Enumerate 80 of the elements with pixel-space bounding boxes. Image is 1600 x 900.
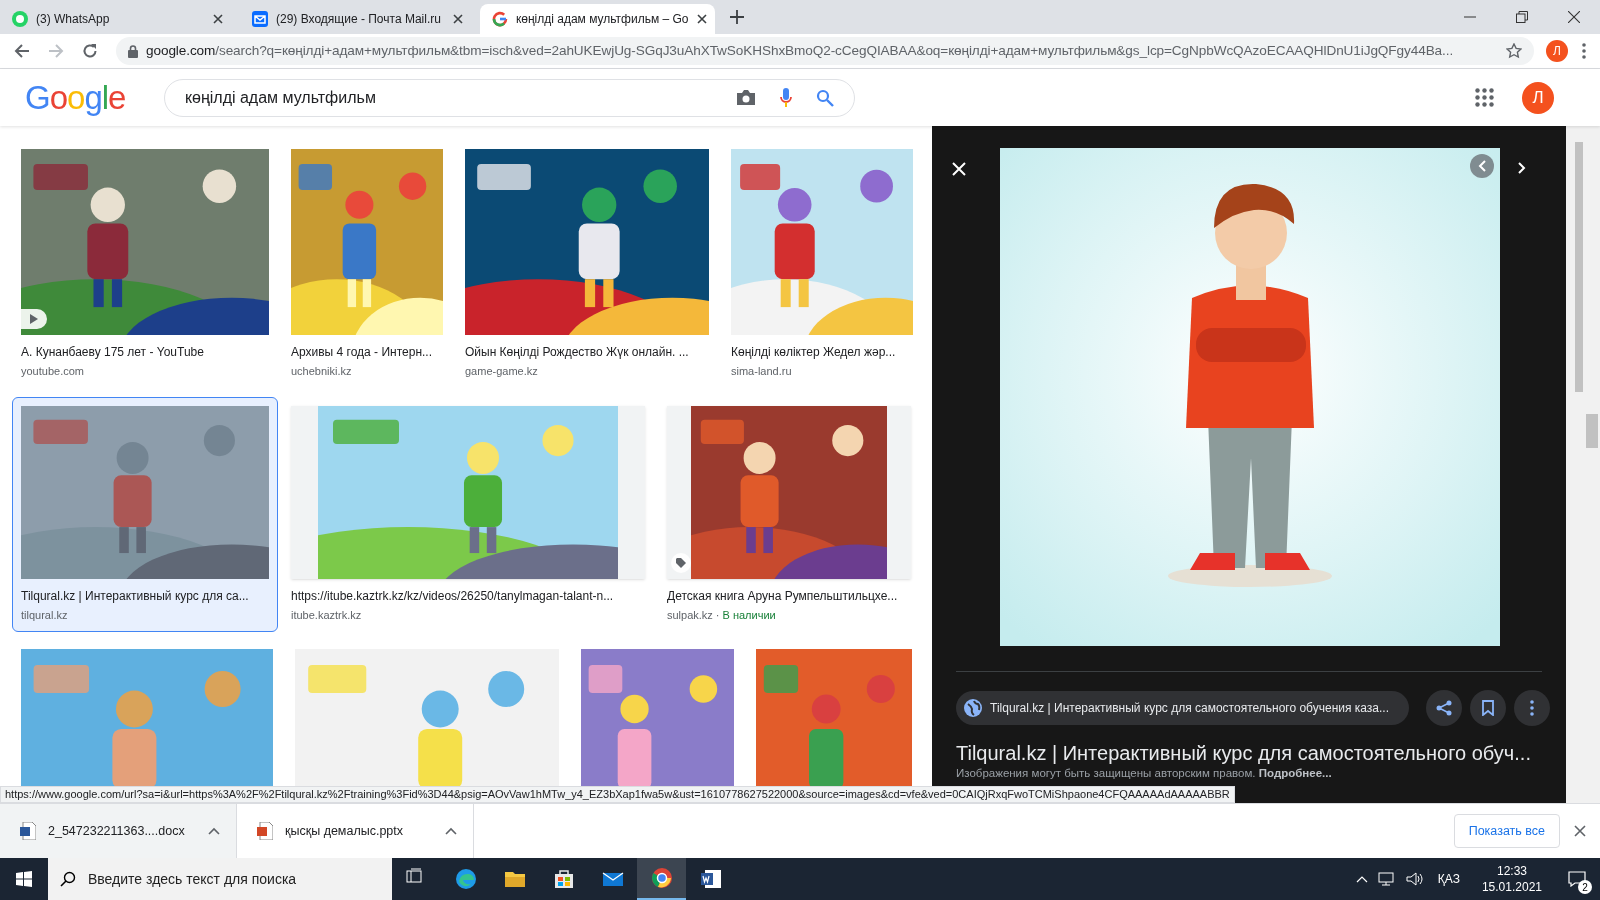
result-source: uchebniki.kz [291, 364, 352, 379]
result-title[interactable]: Детская книга Аруна Румпельштильцхе... [667, 586, 911, 605]
camera-icon[interactable] [736, 89, 756, 106]
result-title[interactable]: Ойын Көңілді Рождество Жүк онлайн. ... [465, 343, 709, 361]
result-title[interactable]: https://itube.kaztrk.kz/kz/videos/26250/tanylmagan-talant-n... [291, 586, 645, 605]
result-source: sulpak.kz [667, 607, 713, 623]
result-source: youtube.com [21, 364, 84, 379]
result-title[interactable]: Көңілді көліктер Жедел жәр... [731, 343, 913, 361]
search-icon[interactable] [816, 88, 834, 107]
lock-icon [128, 44, 138, 58]
availability-label: В наличии [722, 607, 776, 623]
close-icon[interactable] [453, 14, 463, 24]
network-icon[interactable] [1377, 871, 1396, 887]
browser-tab[interactable]: (3) WhatsApp [0, 4, 235, 34]
scrollbar-thumb[interactable] [1586, 414, 1598, 448]
taskbar-button[interactable] [637, 858, 686, 900]
g-icon [492, 11, 508, 27]
shopping-bag-icon [552, 868, 575, 890]
share-button[interactable] [1426, 690, 1462, 726]
save-button[interactable] [1470, 690, 1506, 726]
star-icon[interactable] [1506, 43, 1522, 59]
reload-icon[interactable] [82, 43, 98, 59]
browser-tab[interactable]: көңілді адам мультфильм – Go [480, 4, 715, 34]
share-icon [1436, 700, 1452, 716]
notification-count: 2 [1578, 880, 1592, 894]
caret-up-icon [208, 827, 220, 835]
close-icon[interactable] [213, 14, 223, 24]
download-item[interactable]: 2_547232211363....docx [0, 804, 237, 858]
microphone-icon[interactable] [780, 87, 792, 108]
language-indicator[interactable]: ҚАЗ [1433, 870, 1464, 888]
bookmark-icon [1480, 700, 1496, 716]
windows-logo-icon [16, 871, 32, 887]
result-source: itube.kaztrk.kz [291, 607, 362, 623]
globe-icon [964, 699, 982, 717]
show-all-button[interactable]: Показать все [1453, 814, 1560, 848]
image-result[interactable]: Архивы 4 года - Интерн... uchebniki.kz [282, 140, 452, 389]
restore-icon[interactable] [1516, 11, 1528, 23]
image-result[interactable]: А. Кунанбаеву 175 лет - YouTube youtube.com [12, 140, 278, 389]
edge-icon [454, 868, 477, 890]
envelope-icon [252, 11, 268, 27]
image-result[interactable]: Көңілді көліктер Жедел жәр... sima-land.ru [722, 140, 922, 389]
address-bar[interactable]: google.com/search?q=көңілді+адам+мультфильм&tbm=isch&ved=2ahUKEwjUg-SGqJ3uAhXTwSoKHShxBmoQ2-cCegQIABAA&oq=көңілді+адам+мультфильм&gs_lcp=CgNpbWcQAzoECAAQHlDnU1iJgQFgy44Ba... [116, 37, 1534, 65]
image-result[interactable]: Ойын Көңілді Рождество Жүк онлайн. ... game-game.kz [456, 140, 718, 389]
clock[interactable]: 12:33 15.01.2021 [1473, 863, 1550, 895]
more-button[interactable] [1514, 690, 1550, 726]
chevron-left-icon [1478, 160, 1486, 172]
result-title[interactable]: Архивы 4 года - Интерн... [291, 343, 443, 361]
speaker-icon[interactable] [1405, 871, 1424, 887]
close-icon[interactable] [696, 14, 707, 24]
caret-up-icon [445, 827, 457, 835]
play-icon [30, 314, 38, 324]
preview-title[interactable]: Tilqural.kz | Интерактивный курс для самостоятельного обуч... [932, 740, 1566, 766]
result-source: tilqural.kz [21, 607, 68, 623]
separator-dot: · [715, 607, 720, 623]
plus-icon[interactable] [730, 10, 744, 24]
chevron-right-icon[interactable] [1518, 162, 1526, 174]
search-icon [60, 871, 76, 887]
close-icon[interactable] [1574, 825, 1586, 837]
image-result[interactable]: Tilqural.kz | Интерактивный курс для са... tilqural.kz [12, 396, 278, 632]
document-icon [20, 822, 36, 840]
back-arrow-icon[interactable] [14, 43, 30, 59]
word-icon [699, 868, 722, 890]
browser-tab[interactable]: (29) Входящие - Почта Mail.ru [240, 4, 475, 34]
result-title[interactable]: А. Кунанбаеву 175 лет - YouTube [21, 343, 269, 361]
result-source: sima-land.ru [731, 364, 792, 379]
chrome-icon [650, 867, 673, 889]
tag-icon [676, 557, 686, 568]
caret-up-icon[interactable] [1355, 875, 1368, 883]
status-url: https://www.google.com/url?sa=i&url=https%3A%2F%2Ftilqural.kz%2Ftraining%3Fid%3D44&psig=AOvVaw1hMTw_y4_EZ3bXap1fwa5w&ust=1610778627522000&source=images&cd=vfe&ved=0CAIQjRxqFwoTCMiShpaone4CFQAAAAAdAAAAABBR [0, 786, 1235, 803]
notification-button[interactable]: 2 [1560, 858, 1594, 900]
scrollbar-thumb[interactable] [1575, 142, 1583, 392]
more-icon[interactable] [1582, 43, 1586, 59]
result-source: game-game.kz [465, 364, 538, 379]
apps-grid-icon[interactable] [1475, 88, 1494, 107]
result-title[interactable]: Tilqural.kz | Интерактивный курс для са... [21, 586, 269, 605]
copyright-notice: Изображения могут быть защищены авторским правом. Подробнее... [955, 766, 1333, 780]
slides-icon [257, 822, 273, 840]
source-link[interactable]: Tilqural.kz | Интерактивный курс для самостоятельного обучения каза... [956, 691, 1409, 725]
taskbar-search-field[interactable]: Введите здесь текст для поиска [48, 858, 392, 900]
close-icon[interactable] [1568, 11, 1580, 23]
